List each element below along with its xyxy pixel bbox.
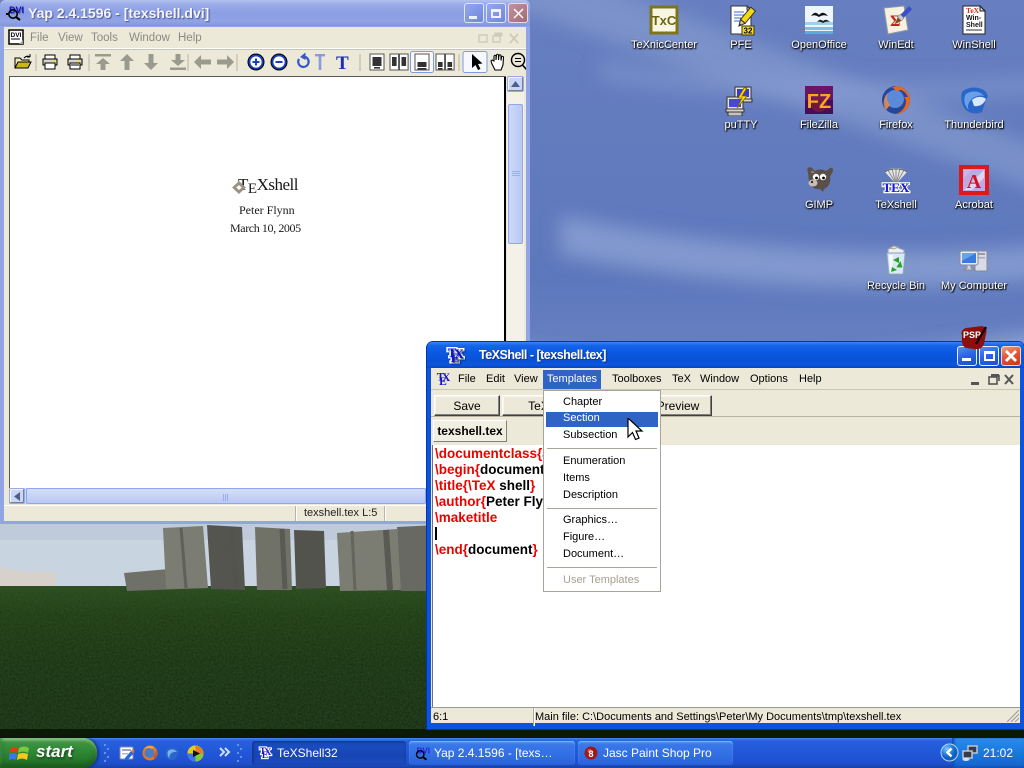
svg-text:FZ: FZ bbox=[807, 91, 831, 113]
svg-text:Win-: Win- bbox=[966, 15, 982, 22]
svg-text:TEX: TEX bbox=[883, 180, 910, 195]
svg-text:X: X bbox=[442, 372, 451, 384]
svg-text:TxC: TxC bbox=[652, 13, 677, 28]
svg-text:Shell: Shell bbox=[966, 22, 983, 29]
svg-text:X: X bbox=[454, 346, 464, 361]
svg-text:X: X bbox=[264, 747, 271, 757]
svg-text:DVI: DVI bbox=[11, 32, 22, 39]
svg-text:T: T bbox=[336, 53, 349, 74]
svg-text:8: 8 bbox=[588, 749, 593, 759]
svg-text:32: 32 bbox=[744, 27, 753, 36]
svg-text:A: A bbox=[967, 171, 982, 193]
svg-text:TeX: TeX bbox=[966, 6, 980, 15]
